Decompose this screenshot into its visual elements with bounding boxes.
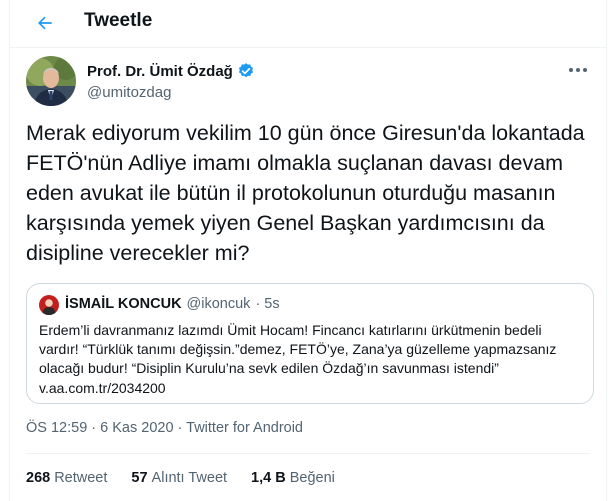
quote-text-line: Erdem’li davranmanız lazımdı Ümit Hocam!… bbox=[39, 322, 542, 338]
author-handle[interactable]: @umitozdag bbox=[87, 84, 171, 101]
verified-badge-icon bbox=[238, 63, 253, 78]
meta-separator: · bbox=[173, 420, 187, 436]
like-count: 1,4 B bbox=[251, 470, 286, 486]
quote-author-avatar[interactable] bbox=[39, 295, 59, 315]
quote-label: Alıntı Tweet bbox=[151, 470, 228, 486]
quote-header: İSMAİL KONCUK @ikoncuk · 5s bbox=[65, 296, 280, 312]
page-title: Tweetle bbox=[84, 10, 153, 31]
more-options-button[interactable] bbox=[566, 62, 590, 78]
quote-time[interactable]: · 5s bbox=[255, 296, 279, 312]
page-header: Tweetle bbox=[10, 0, 606, 48]
arrow-left-icon bbox=[38, 16, 52, 30]
author-avatar[interactable] bbox=[26, 56, 76, 106]
quote-count: 57 bbox=[131, 470, 148, 486]
quote-text-line: olacağı budur! “Disiplin Kurulu’na sevk … bbox=[39, 360, 499, 377]
quote-text: Erdem’li davranmanız lazımdı Ümit Hocam!… bbox=[39, 321, 579, 398]
retweet-label: Retweet bbox=[54, 470, 108, 486]
quote-author-name[interactable]: İSMAİL KONCUK bbox=[65, 296, 182, 312]
likes-stat[interactable]: 1,4 B Beğeni bbox=[251, 470, 335, 486]
back-button[interactable] bbox=[30, 8, 60, 38]
retweet-count: 268 bbox=[26, 470, 51, 486]
tweet-meta: ÖS 12:59 · 6 Kas 2020 · Twitter for Andr… bbox=[26, 420, 303, 436]
engagement-stats: 268 Retweet 57 Alıntı Tweet 1,4 B Beğeni bbox=[26, 470, 335, 486]
quoted-tweet[interactable]: İSMAİL KONCUK @ikoncuk · 5s Erdem’li dav… bbox=[26, 283, 594, 404]
tweet-timestamp[interactable]: ÖS 12:59 · 6 Kas 2020 bbox=[26, 420, 174, 436]
retweets-stat[interactable]: 268 Retweet bbox=[26, 470, 107, 486]
tweet-detail-column: Tweetle Prof. Dr. Ümit Özdağ @umitozdag bbox=[9, 0, 607, 501]
quote-text-line: vardır! “Türklük tanımı değişsin.”demez,… bbox=[39, 341, 557, 358]
quote-author-handle[interactable]: @ikoncuk bbox=[187, 296, 251, 312]
tweet-text: Merak ediyorum vekilim 10 gün önce Gires… bbox=[26, 121, 585, 265]
quote-link[interactable]: v.aa.com.tr/2034200 bbox=[39, 379, 579, 398]
divider bbox=[26, 453, 590, 454]
tweet-source[interactable]: Twitter for Android bbox=[186, 420, 303, 436]
more-options-icon bbox=[569, 68, 587, 72]
author-name[interactable]: Prof. Dr. Ümit Özdağ bbox=[87, 63, 233, 80]
author-name-row[interactable]: Prof. Dr. Ümit Özdağ bbox=[87, 62, 255, 80]
quote-tweets-stat[interactable]: 57 Alıntı Tweet bbox=[131, 470, 227, 486]
like-label: Beğeni bbox=[289, 470, 335, 486]
